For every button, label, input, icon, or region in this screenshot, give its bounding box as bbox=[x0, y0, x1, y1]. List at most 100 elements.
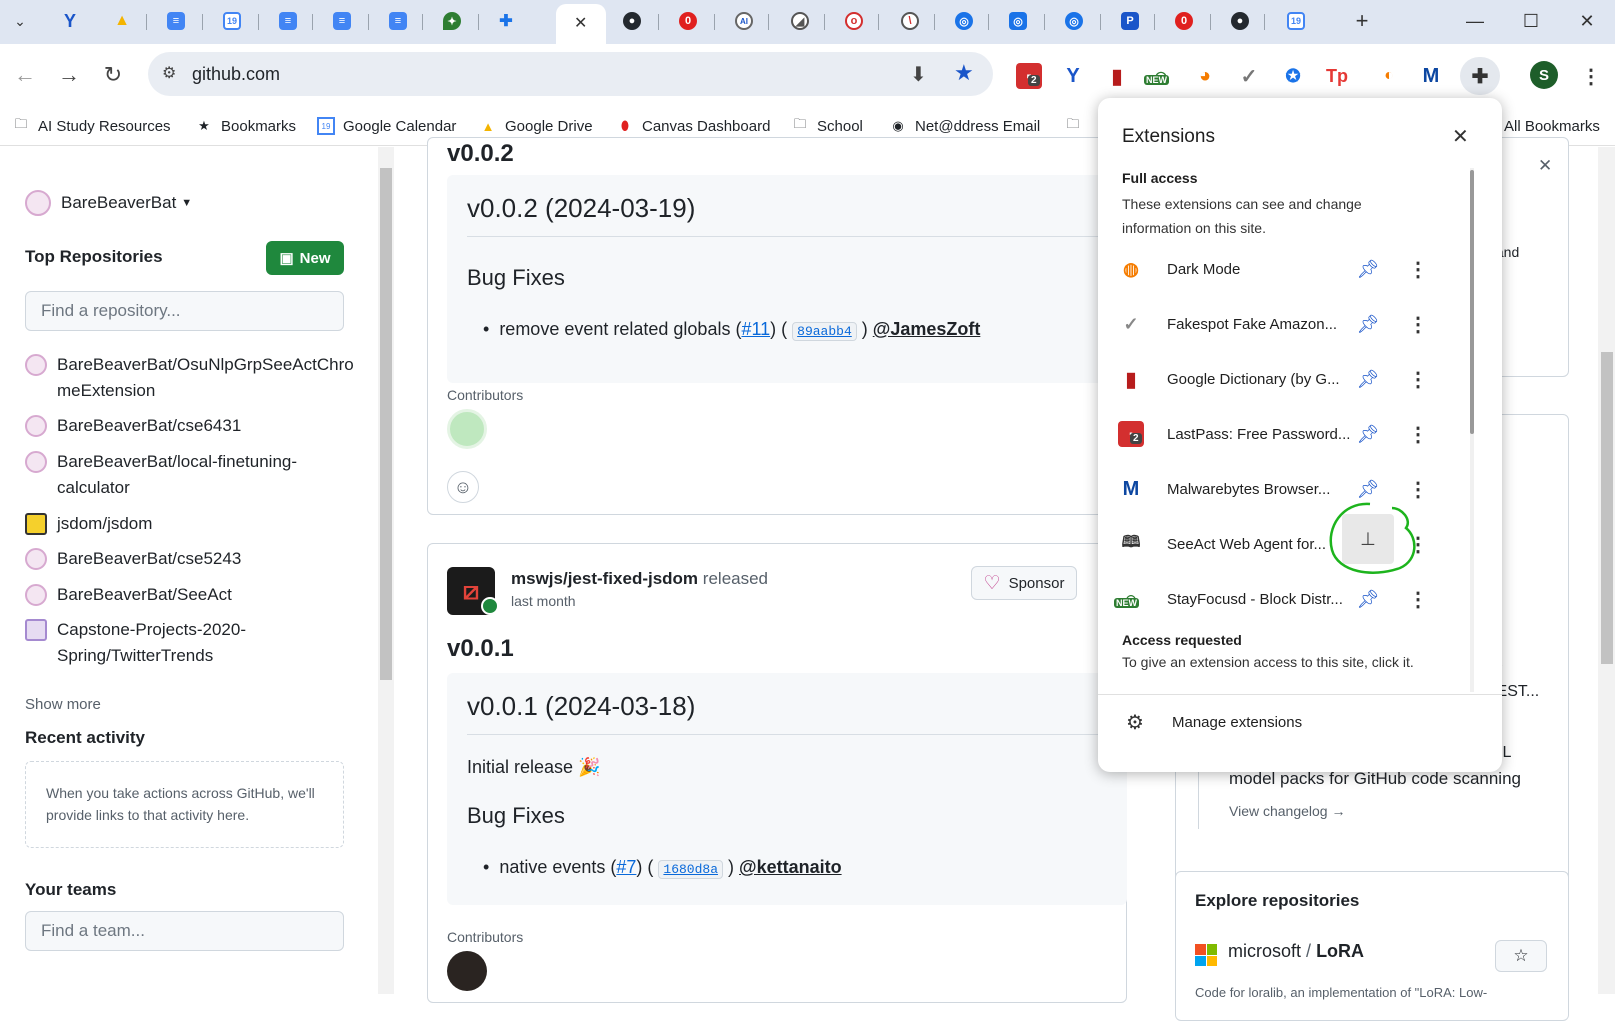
commit-link[interactable]: 89aabb4 bbox=[792, 322, 857, 341]
more-options-button[interactable]: ⋮ bbox=[1408, 420, 1428, 448]
author-link[interactable]: @kettanaito bbox=[739, 857, 842, 877]
tab-search-button[interactable]: ⌄ bbox=[6, 7, 34, 35]
tab[interactable]: ≡ bbox=[274, 7, 302, 35]
tab[interactable]: ◎ bbox=[1004, 7, 1032, 35]
bookmark-folder[interactable]: 🗀 School bbox=[791, 114, 862, 138]
tab[interactable]: 19 bbox=[218, 7, 246, 35]
avatar[interactable] bbox=[447, 951, 487, 991]
new-repo-button[interactable]: ▣ New bbox=[266, 241, 344, 275]
bookmark-folder[interactable]: 🗀 AI Study Resources bbox=[12, 114, 170, 138]
reaction-button[interactable]: ☺ bbox=[447, 471, 479, 503]
list-item[interactable]: BareBeaverBat/local-finetuning-calculato… bbox=[25, 449, 365, 501]
active-tab[interactable]: ✕ bbox=[556, 4, 606, 44]
tab[interactable]: ✚ bbox=[492, 7, 520, 35]
list-item[interactable]: jsdom/jsdom bbox=[25, 511, 365, 537]
forward-button[interactable]: → bbox=[54, 60, 84, 90]
page-scrollbar-thumb[interactable] bbox=[1601, 352, 1613, 664]
bookmark-item[interactable]: ⬮ Canvas Dashboard bbox=[616, 114, 771, 138]
find-team-input[interactable]: Find a team... bbox=[25, 911, 344, 951]
list-item[interactable]: Capstone-Projects-2020-Spring/TwitterTre… bbox=[25, 617, 365, 669]
star-button[interactable]: ☆ bbox=[1495, 940, 1547, 972]
pin-button[interactable]: 📌︎ bbox=[1354, 310, 1382, 338]
tab[interactable]: ◢ bbox=[786, 7, 814, 35]
tab[interactable]: P bbox=[1116, 7, 1144, 35]
issue-link[interactable]: #11 bbox=[741, 319, 770, 339]
sidebar-scrollbar-thumb[interactable] bbox=[380, 168, 392, 680]
avatar[interactable] bbox=[447, 409, 487, 449]
minimize-button[interactable]: — bbox=[1452, 8, 1498, 34]
show-more-link[interactable]: Show more bbox=[25, 696, 101, 713]
tab[interactable]: ≡ bbox=[384, 7, 412, 35]
more-options-button[interactable]: ⋮ bbox=[1408, 585, 1428, 613]
tab[interactable]: \ bbox=[896, 7, 924, 35]
author-link[interactable]: @JamesZoft bbox=[873, 319, 981, 339]
all-bookmarks[interactable]: All Bookmarks bbox=[1504, 114, 1600, 138]
more-options-button[interactable]: ⋮ bbox=[1408, 365, 1428, 393]
pin-button[interactable]: 📌︎ bbox=[1354, 365, 1382, 393]
list-item[interactable]: BareBeaverBat/cse6431 bbox=[25, 413, 365, 439]
repo-link[interactable]: mswjs/jest-fixed-jsdom bbox=[511, 569, 698, 588]
close-window-button[interactable]: ✕ bbox=[1564, 8, 1610, 34]
tp-icon[interactable]: Tp bbox=[1324, 63, 1350, 89]
tab[interactable]: ● bbox=[618, 7, 646, 35]
malwarebytes-toolbar-icon[interactable]: M bbox=[1418, 63, 1444, 89]
bookmark-item[interactable]: ▲ Google Drive bbox=[479, 114, 593, 138]
tab[interactable]: ≡ bbox=[162, 7, 190, 35]
list-item[interactable]: BareBeaverBat/OsuNlpGrpSeeActChromeExten… bbox=[25, 352, 365, 404]
profile-avatar[interactable]: S bbox=[1530, 61, 1558, 89]
back-button[interactable]: ← bbox=[10, 60, 40, 90]
issue-link[interactable]: #7 bbox=[616, 857, 636, 877]
ball-icon[interactable]: ✪ bbox=[1280, 63, 1306, 89]
list-item[interactable]: BareBeaverBat/cse5243 bbox=[25, 546, 365, 572]
pin-button[interactable]: 📌︎ bbox=[1354, 585, 1382, 613]
pin-button[interactable]: 📌︎ bbox=[1354, 420, 1382, 448]
tab[interactable]: ✦ bbox=[438, 7, 466, 35]
bookmark-folder[interactable]: 🗀 bbox=[1064, 114, 1090, 138]
site-info-icon[interactable]: ⚙ bbox=[162, 63, 176, 83]
list-item[interactable]: BareBeaverBat/SeeAct bbox=[25, 582, 365, 608]
lastpass-toolbar-icon[interactable]: ▪2 bbox=[1016, 63, 1042, 89]
bookmark-item[interactable]: ★ Bookmarks bbox=[195, 114, 296, 138]
pie-chart-icon[interactable]: ◕ bbox=[1192, 63, 1218, 89]
bookmark-item[interactable]: 19 Google Calendar bbox=[317, 114, 456, 138]
find-repo-input[interactable]: Find a repository... bbox=[25, 291, 344, 331]
tab[interactable]: Y bbox=[56, 7, 84, 35]
tab[interactable]: ◎ bbox=[950, 7, 978, 35]
user-switcher[interactable]: BareBeaverBat ▼ bbox=[25, 190, 192, 216]
manage-extensions-button[interactable]: ⚙ Manage extensions bbox=[1098, 695, 1502, 750]
popup-scrollbar-thumb[interactable] bbox=[1470, 170, 1474, 434]
explore-repo-link[interactable]: microsoft / LoRA bbox=[1228, 941, 1364, 962]
stayfocusd-toolbar-icon[interactable]: ◠NEW bbox=[1144, 63, 1174, 89]
tab[interactable]: ● bbox=[1226, 7, 1254, 35]
tab[interactable]: o bbox=[840, 7, 868, 35]
pin-button[interactable]: 📌︎ bbox=[1354, 255, 1382, 283]
maximize-button[interactable]: ☐ bbox=[1508, 8, 1554, 34]
close-tab-button[interactable]: ✕ bbox=[574, 13, 587, 33]
tab[interactable]: ▲ bbox=[108, 7, 136, 35]
new-tab-button[interactable]: + bbox=[1348, 7, 1376, 35]
install-icon[interactable]: ⬇ bbox=[910, 62, 927, 87]
sponsor-button[interactable]: ♡ Sponsor bbox=[971, 566, 1077, 600]
tab[interactable]: 19 bbox=[1282, 7, 1310, 35]
tab[interactable]: 0 bbox=[674, 7, 702, 35]
dark-mode-toolbar-icon[interactable]: ◐ bbox=[1376, 63, 1402, 89]
tab[interactable]: AI bbox=[730, 7, 758, 35]
fakespot-icon[interactable]: ✓ bbox=[1236, 63, 1262, 89]
close-icon[interactable]: ✕ bbox=[1538, 156, 1552, 176]
dictionary-icon[interactable]: ▮ bbox=[1104, 63, 1130, 89]
address-bar[interactable]: ⚙ github.com ⬇ ★ bbox=[148, 52, 993, 96]
more-options-button[interactable]: ⋮ bbox=[1408, 310, 1428, 338]
commit-link[interactable]: 1680d8a bbox=[658, 860, 724, 879]
menu-icon[interactable]: ⋮ bbox=[1578, 63, 1604, 89]
tab[interactable]: ◎ bbox=[1060, 7, 1088, 35]
star-icon[interactable]: ★ bbox=[954, 60, 974, 86]
extensions-button[interactable]: ✚ bbox=[1460, 57, 1500, 95]
reload-button[interactable]: ↻ bbox=[98, 60, 128, 90]
changelog-item[interactable]: model packs for GitHub code scanning bbox=[1229, 769, 1521, 789]
tab[interactable]: ≡ bbox=[328, 7, 356, 35]
view-changelog-link[interactable]: View changelog → bbox=[1229, 803, 1345, 819]
bookmark-item[interactable]: ◉ Net@ddress Email bbox=[889, 114, 1040, 138]
tab[interactable]: 0 bbox=[1170, 7, 1198, 35]
more-options-button[interactable]: ⋮ bbox=[1408, 255, 1428, 283]
y-extension-icon[interactable]: Y bbox=[1060, 63, 1086, 89]
